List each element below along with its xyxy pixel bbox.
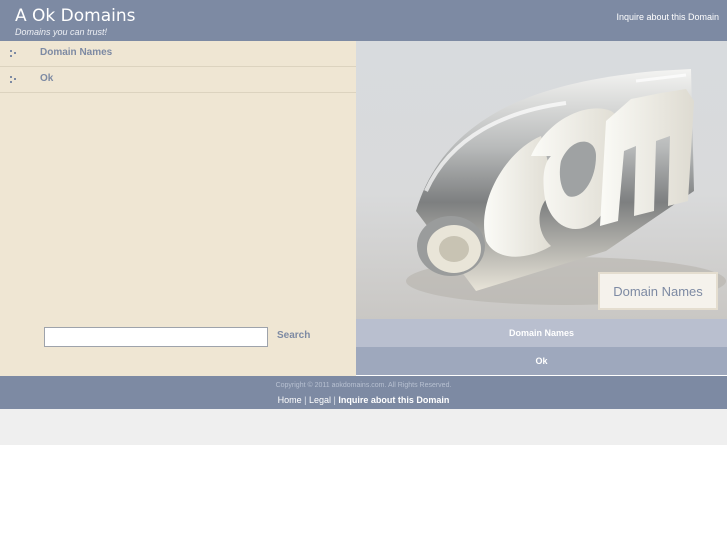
hero-caption-text: Domain Names bbox=[613, 284, 703, 299]
bullet-icon bbox=[10, 50, 18, 58]
sidebar-item-label: Ok bbox=[40, 73, 54, 84]
search-input[interactable] bbox=[44, 327, 268, 347]
sidebar-item-domain-names[interactable]: Domain Names bbox=[0, 41, 356, 67]
sidebar-item-ok[interactable]: Ok bbox=[0, 67, 356, 93]
footer-links: Home | Legal | Inquire about this Domain bbox=[0, 395, 727, 405]
site-tagline: Domains you can trust! bbox=[15, 27, 108, 37]
search-button[interactable]: Search bbox=[277, 330, 310, 341]
footer-link-home[interactable]: Home bbox=[278, 395, 302, 405]
footer-link-legal[interactable]: Legal bbox=[309, 395, 331, 405]
inquire-link[interactable]: Inquire about this Domain bbox=[616, 12, 719, 22]
footer-separator: | bbox=[333, 395, 336, 405]
site-footer: Copyright © 2011 aokdomains.com. All Rig… bbox=[0, 376, 727, 409]
right-nav-ok[interactable]: Ok bbox=[356, 347, 727, 375]
site-header: A Ok Domains Domains you can trust! Inqu… bbox=[0, 0, 727, 41]
right-nav-domain-names[interactable]: Domain Names bbox=[356, 319, 727, 347]
left-panel: Domain Names Ok Search bbox=[0, 41, 356, 376]
bullet-icon bbox=[10, 76, 18, 84]
footer-separator: | bbox=[304, 395, 307, 405]
site-title[interactable]: A Ok Domains bbox=[15, 7, 136, 25]
copyright-text: Copyright © 2011 aokdomains.com. All Rig… bbox=[275, 382, 452, 389]
bottom-band bbox=[0, 409, 727, 445]
hero-image: Domain Names bbox=[356, 41, 727, 319]
hero-caption: Domain Names bbox=[598, 272, 718, 310]
footer-link-inquire[interactable]: Inquire about this Domain bbox=[338, 395, 449, 405]
sidebar-item-label: Domain Names bbox=[40, 47, 113, 58]
